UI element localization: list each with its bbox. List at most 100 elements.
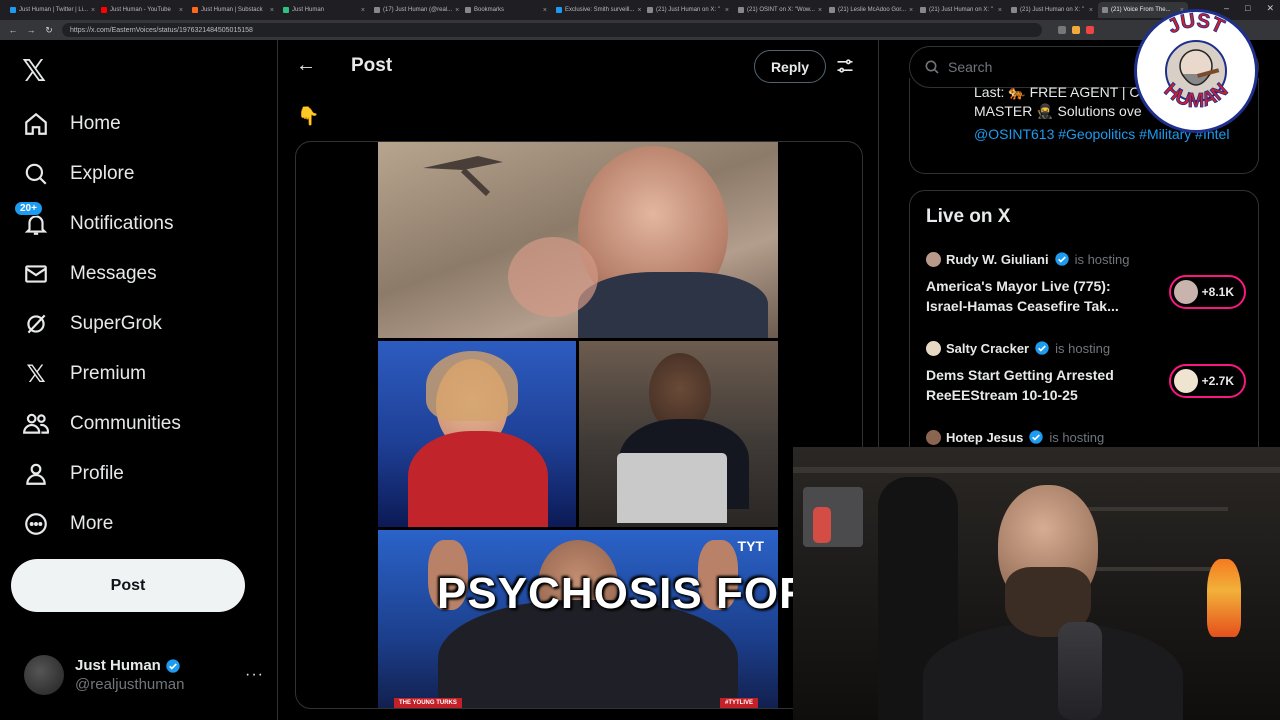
verified-badge-icon (1029, 430, 1043, 444)
tab-favicon-icon (829, 7, 835, 13)
browser-tab[interactable]: Just Human | Substack × (188, 2, 278, 18)
avatar (926, 429, 941, 445)
browser-tab[interactable]: Bookmarks × (461, 2, 551, 18)
x-logo-icon[interactable]: 𝕏 (22, 54, 46, 89)
tab-close-icon[interactable]: × (637, 7, 641, 14)
browser-tab[interactable]: (21) Just Human on X: " × (643, 2, 733, 18)
video-panel-left (378, 341, 576, 527)
search-icon (925, 60, 939, 74)
browser-tab[interactable]: Just Human × (279, 2, 369, 18)
back-arrow-icon[interactable]: ← (296, 54, 316, 77)
tab-close-icon[interactable]: × (361, 7, 365, 14)
nav-home[interactable]: Home (22, 104, 121, 144)
minimize-icon[interactable]: – (1224, 3, 1229, 14)
tab-label: (21) Just Human on X: " (656, 7, 720, 13)
reload-icon[interactable]: ↻ (44, 25, 54, 36)
verified-badge-icon (1054, 252, 1069, 266)
svg-text:JUST: JUST (1164, 12, 1227, 38)
video-panel-top (378, 142, 778, 338)
tab-close-icon[interactable]: × (270, 7, 274, 14)
tab-favicon-icon (556, 7, 562, 13)
live-item[interactable]: Hotep Jesus is hosting (926, 429, 1246, 445)
browser-forward-icon[interactable]: → (26, 25, 36, 35)
tab-favicon-icon (374, 7, 380, 13)
nav-profile[interactable]: Profile (22, 454, 124, 494)
tab-close-icon[interactable]: × (455, 7, 459, 14)
account-switcher[interactable]: Just Human @realjusthuman ··· (24, 652, 264, 698)
tab-label: Just Human - YouTube (110, 7, 171, 13)
browser-tab[interactable]: (21) OSINT on X: "Wow... × (734, 2, 824, 18)
nav-more[interactable]: More (22, 504, 113, 544)
live-title: Live on X (926, 206, 1011, 227)
show-banner: THE YOUNG TURKS (394, 698, 462, 708)
nav-notifications[interactable]: 20+ Notifications (14, 201, 174, 244)
avatar (1173, 280, 1198, 304)
people-icon (22, 410, 50, 438)
tab-close-icon[interactable]: × (818, 7, 822, 14)
host-name: Hotep Jesus (946, 429, 1024, 445)
extension-icon[interactable] (1086, 26, 1094, 34)
account-more-icon[interactable]: ··· (245, 666, 264, 684)
live-item[interactable]: Salty Cracker is hosting Dems Start Gett… (926, 340, 1246, 405)
tab-label: (21) Voice From The... (1111, 7, 1171, 13)
close-window-icon[interactable]: ✕ (1266, 3, 1274, 14)
extension-icon[interactable] (1072, 26, 1080, 34)
browser-tab[interactable]: Just Human | Twitter | Li... × (6, 2, 96, 18)
sliders-icon[interactable] (835, 56, 855, 81)
notification-badge: 20+ (14, 201, 43, 216)
hashtag-banner: #TYTLIVE (719, 698, 758, 708)
extension-icon[interactable] (1058, 26, 1066, 34)
browser-tab[interactable]: (21) Just Human on X: " × (916, 2, 1006, 18)
microphone (1058, 622, 1102, 720)
browser-tab[interactable]: (21) Just Human on X: " × (1007, 2, 1097, 18)
maximize-icon[interactable]: □ (1245, 3, 1250, 14)
trend-text: Last: 🐅 FREE AGENT | C MASTER 🥷 Solution… (974, 84, 1142, 119)
live-topic: Dems Start Getting Arrested ReeEEStream … (926, 367, 1114, 403)
nav-premium[interactable]: 𝕏 Premium (22, 354, 146, 394)
nav-label: More (70, 513, 114, 534)
post-button[interactable]: Post (11, 559, 245, 612)
tab-label: (17) Just Human (@real... (383, 7, 453, 13)
nav-label: Premium (70, 363, 147, 384)
browser-tab[interactable]: (21) Leslie McAdoo Gor... × (825, 2, 915, 18)
logo-text-top: JUST (1164, 12, 1228, 39)
nav-communities[interactable]: Communities (22, 404, 181, 444)
tab-close-icon[interactable]: × (909, 7, 913, 14)
tab-label: (21) Just Human on X: " (929, 7, 993, 13)
tab-label: Just Human | Twitter | Li... (19, 7, 89, 13)
tab-close-icon[interactable]: × (998, 7, 1002, 14)
live-on-x-card: Live on X Rudy W. Giuliani is hosting Am… (909, 190, 1259, 470)
reply-button[interactable]: Reply (754, 50, 826, 83)
nav-explore[interactable]: Explore (22, 154, 134, 194)
browser-tab[interactable]: (17) Just Human (@real... × (370, 2, 460, 18)
nav-messages[interactable]: Messages (22, 254, 157, 294)
listeners-pill[interactable]: +2.7K (1168, 364, 1246, 398)
video-panel-bottom: TYT THE YOUNG TURKS #TYTLIVE (378, 530, 778, 708)
tab-label: (21) Leslie McAdoo Gor... (838, 7, 907, 13)
browser-back-icon[interactable]: ← (8, 25, 18, 35)
post-video[interactable]: TYT THE YOUNG TURKS #TYTLIVE (295, 141, 863, 709)
url-field[interactable]: https://x.com/EasternVoices/status/19763… (62, 23, 1042, 37)
tab-close-icon[interactable]: × (725, 7, 729, 14)
avatar (926, 251, 941, 267)
tab-close-icon[interactable]: × (1089, 7, 1093, 14)
nav-label: Notifications (70, 213, 174, 234)
browser-tab[interactable]: Exclusive: Smith surveill... × (552, 2, 642, 18)
tab-favicon-icon (283, 7, 289, 13)
post-text: 👇 (297, 106, 320, 126)
tab-favicon-icon (192, 7, 198, 13)
tab-label: (21) OSINT on X: "Wow... (747, 7, 815, 13)
browser-tab[interactable]: Just Human - YouTube × (97, 2, 187, 18)
person-icon (22, 460, 50, 488)
tab-close-icon[interactable]: × (91, 7, 95, 14)
browser-tab-bar: Just Human | Twitter | Li... × Just Human … (0, 0, 1280, 20)
nav-supergrok[interactable]: SuperGrok (22, 304, 162, 344)
live-item[interactable]: Rudy W. Giuliani is hosting America's Ma… (926, 251, 1246, 316)
tab-close-icon[interactable]: × (543, 7, 547, 14)
tab-favicon-icon (465, 7, 471, 13)
more-circle-icon (22, 510, 50, 538)
account-name: Just Human (75, 657, 161, 674)
listeners-pill[interactable]: +8.1K (1168, 275, 1246, 309)
host-status: is hosting (1055, 340, 1111, 356)
tab-close-icon[interactable]: × (179, 7, 183, 14)
